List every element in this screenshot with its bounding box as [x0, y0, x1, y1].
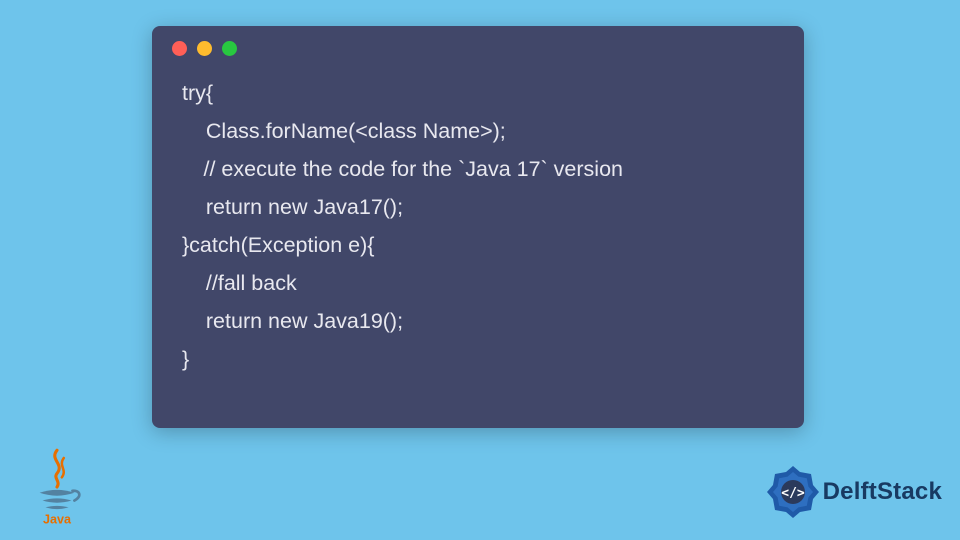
code-window: try{ Class.forName(<class Name>); // exe… — [152, 26, 804, 428]
svg-text:</>: </> — [781, 486, 805, 501]
code-block: try{ Class.forName(<class Name>); // exe… — [152, 70, 804, 398]
java-logo-icon: Java — [28, 448, 86, 526]
java-logo-label: Java — [43, 513, 72, 526]
delftstack-logo: </> DelftStack — [765, 464, 942, 520]
delftstack-logo-label: DelftStack — [823, 478, 942, 506]
close-dot-icon — [172, 41, 187, 56]
window-titlebar — [152, 26, 804, 70]
delftstack-badge-icon: </> — [765, 464, 821, 520]
minimize-dot-icon — [197, 41, 212, 56]
maximize-dot-icon — [222, 41, 237, 56]
